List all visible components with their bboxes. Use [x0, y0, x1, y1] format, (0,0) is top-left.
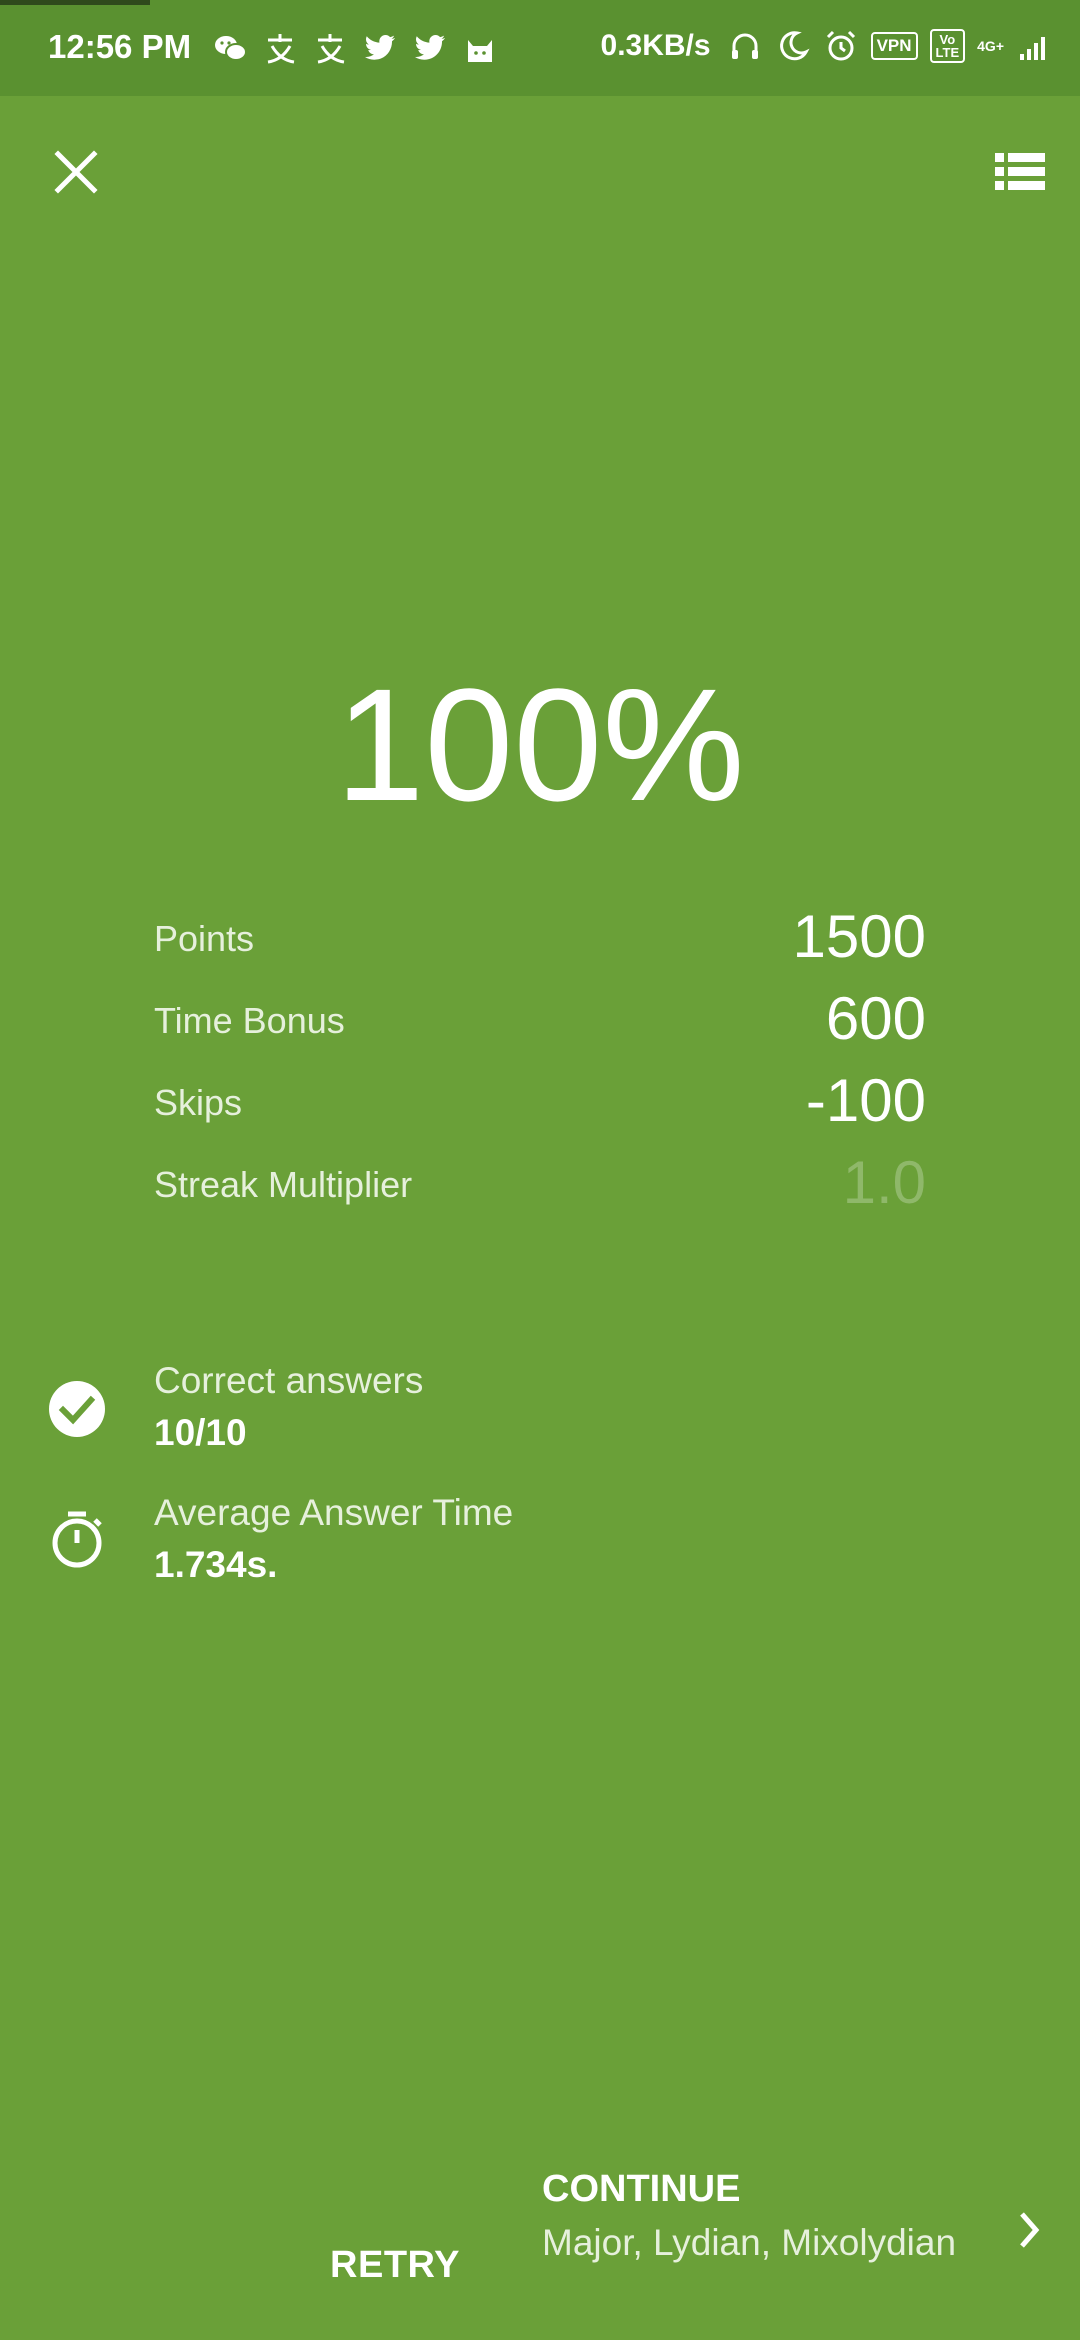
notification-icons [212, 30, 498, 66]
status-time: 12:56 PM [48, 28, 192, 65]
score-percentage: 100% [335, 655, 745, 834]
stat-row-points: Points 1500 [154, 902, 926, 984]
status-progress-indicator [0, 0, 150, 5]
average-time-summary: Average Answer Time 1.734s. [0, 1490, 1080, 1600]
volte-icon: Vo LTE [929, 29, 966, 63]
list-icon [995, 153, 1045, 190]
status-right-group: 0.3KB/s VPN Vo LTE 4G+ [601, 28, 1052, 64]
stat-value: 1500 [792, 903, 926, 970]
vpn-icon: VPN [870, 32, 918, 60]
alipay-icon [312, 30, 348, 66]
continue-button[interactable]: CONTINUE Major, Lydian, Mixolydian [530, 2168, 1080, 2328]
twitter-icon [362, 30, 398, 66]
stat-row-streak-multiplier: Streak Multiplier 1.0 [154, 1148, 926, 1230]
moon-icon [775, 28, 811, 64]
average-time-label: Average Answer Time [154, 1492, 514, 1533]
alipay-icon [262, 30, 298, 66]
continue-label: CONTINUE [542, 2168, 741, 2210]
stat-label: Skips [154, 1082, 243, 1123]
stat-value: 600 [825, 985, 926, 1052]
network-type: 4G+ [977, 38, 1004, 54]
stat-value: -100 [805, 1067, 926, 1134]
signal-icon [1016, 28, 1052, 64]
wechat-icon [212, 30, 248, 66]
stat-value: 1.0 [842, 1149, 926, 1216]
retry-button[interactable]: RETRY [310, 2232, 480, 2298]
cat-icon [462, 30, 498, 66]
twitter-icon [412, 30, 448, 66]
close-button[interactable] [44, 140, 108, 204]
chevron-right-icon [1020, 2212, 1040, 2248]
network-speed: 0.3KB/s [600, 29, 711, 62]
stat-row-skips: Skips -100 [154, 1066, 926, 1148]
stat-label: Streak Multiplier [154, 1164, 413, 1205]
list-button[interactable] [988, 144, 1052, 200]
headphones-icon [727, 28, 763, 64]
score-breakdown: Points 1500 Time Bonus 600 Skips -100 St… [154, 902, 926, 1230]
volte-bottom-label: LTE [935, 45, 960, 60]
correct-answers-value: 10/10 [154, 1412, 247, 1453]
close-icon [54, 150, 98, 194]
stopwatch-icon [52, 1511, 102, 1568]
stat-label: Points [154, 918, 255, 959]
correct-answers-summary: Correct answers 10/10 [0, 1358, 1080, 1468]
alarm-icon [823, 28, 859, 64]
status-bar: 12:56 PM 0.3KB/s VPN Vo LTE 4G+ [0, 0, 1080, 96]
average-time-value: 1.734s. [154, 1544, 278, 1585]
results-screen: 12:56 PM 0.3KB/s VPN Vo LTE 4G+ 100% Poi… [0, 0, 1080, 2340]
check-circle-icon [49, 1381, 105, 1437]
correct-answers-label: Correct answers [154, 1360, 424, 1401]
continue-subtitle: Major, Lydian, Mixolydian [542, 2222, 957, 2263]
stat-label: Time Bonus [154, 1000, 345, 1041]
stat-row-time-bonus: Time Bonus 600 [154, 984, 926, 1066]
